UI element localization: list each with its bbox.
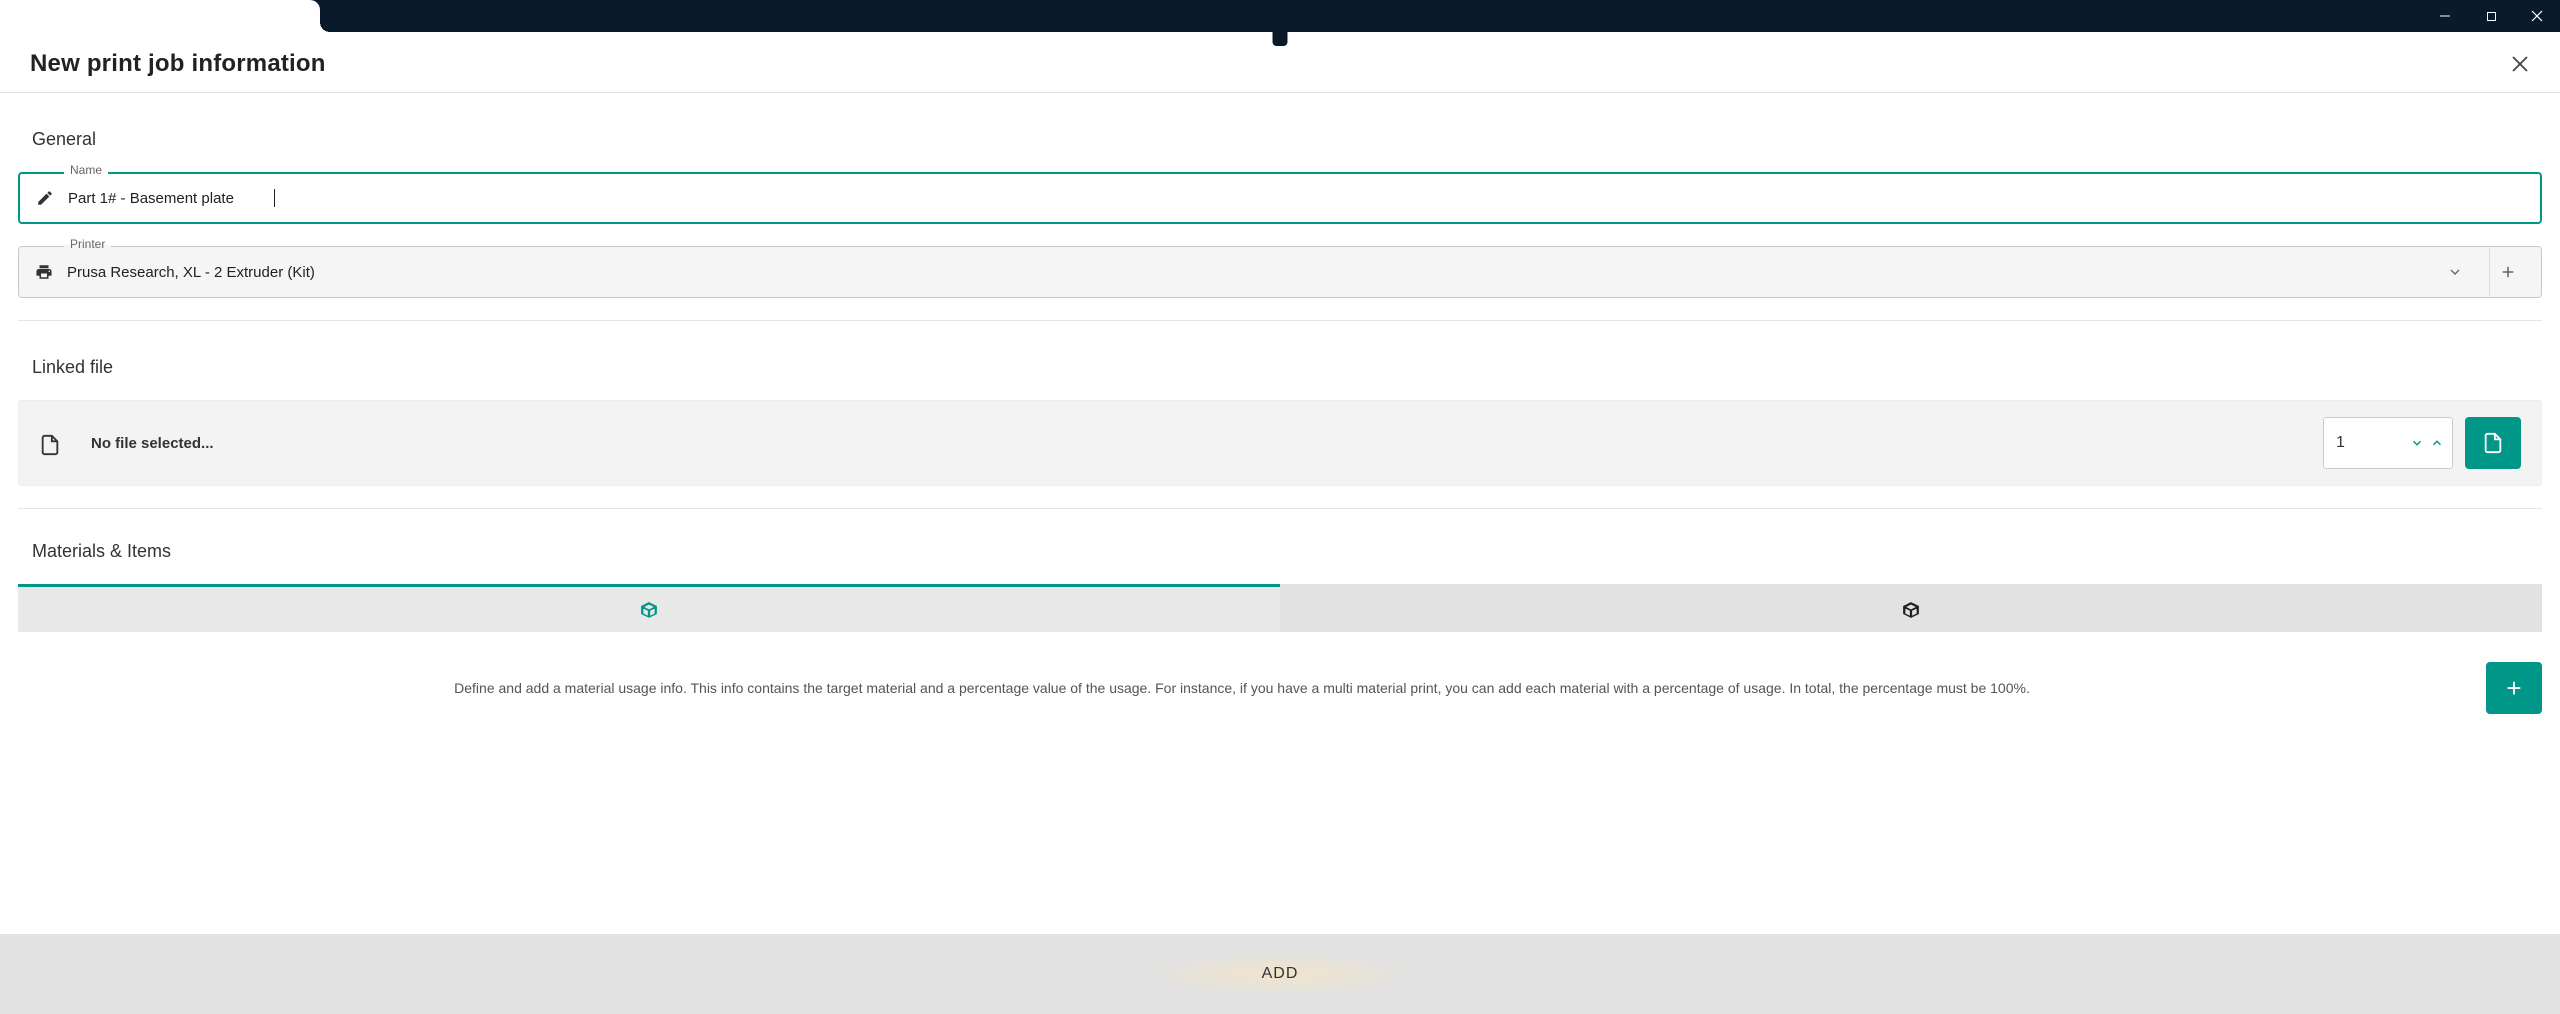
- materials-helper-text: Define and add a material usage info. Th…: [18, 680, 2466, 696]
- printer-icon: [35, 263, 53, 281]
- window-close-button[interactable]: [2514, 0, 2560, 32]
- window-tab[interactable]: [0, 0, 320, 32]
- printer-field: Prusa Research, XL - 2 Extruder (Kit) Pr…: [18, 246, 2542, 298]
- dialog-footer: ADD: [0, 934, 2560, 1014]
- divider: [18, 508, 2542, 509]
- materials-helper-row: Define and add a material usage info. Th…: [18, 662, 2542, 714]
- close-icon[interactable]: [2508, 52, 2532, 76]
- add-button[interactable]: ADD: [1142, 951, 1419, 997]
- plus-icon: +: [2506, 673, 2521, 704]
- page-title: New print job information: [30, 50, 326, 78]
- section-heading-general: General: [32, 129, 2542, 150]
- linked-file-empty-text: No file selected...: [91, 435, 2311, 452]
- section-heading-linked-file: Linked file: [32, 357, 2542, 378]
- materials-tabs: [18, 584, 2542, 632]
- window-controls: [2422, 0, 2560, 32]
- edit-icon: [36, 189, 54, 207]
- titlebar-drag-handle[interactable]: [1273, 32, 1288, 46]
- chevron-down-icon[interactable]: [2443, 260, 2467, 284]
- chevron-up-icon[interactable]: [2430, 436, 2444, 450]
- window-minimize-button[interactable]: [2422, 0, 2468, 32]
- name-input[interactable]: [68, 190, 273, 207]
- section-heading-materials: Materials & Items: [32, 541, 2542, 562]
- name-field: Name: [18, 172, 2542, 224]
- tab-items[interactable]: [1280, 584, 2542, 632]
- copies-value: 1: [2336, 434, 2410, 452]
- add-printer-button[interactable]: [2489, 247, 2525, 297]
- window-maximize-button[interactable]: [2468, 0, 2514, 32]
- linked-file-row: No file selected... 1: [18, 400, 2542, 486]
- add-material-button[interactable]: +: [2486, 662, 2542, 714]
- text-caret: [274, 189, 275, 207]
- chevron-down-icon[interactable]: [2410, 436, 2424, 450]
- window-titlebar: [0, 0, 2560, 32]
- tab-materials[interactable]: [18, 584, 1280, 632]
- name-field-outline[interactable]: [18, 172, 2542, 224]
- divider: [18, 320, 2542, 321]
- copies-stepper[interactable]: 1: [2323, 417, 2453, 469]
- browse-file-button[interactable]: [2465, 417, 2521, 469]
- name-label: Name: [64, 163, 108, 177]
- printer-field-outline[interactable]: Prusa Research, XL - 2 Extruder (Kit): [18, 246, 2542, 298]
- file-icon: [39, 434, 57, 452]
- printer-label: Printer: [64, 237, 111, 251]
- printer-value: Prusa Research, XL - 2 Extruder (Kit): [67, 264, 2429, 281]
